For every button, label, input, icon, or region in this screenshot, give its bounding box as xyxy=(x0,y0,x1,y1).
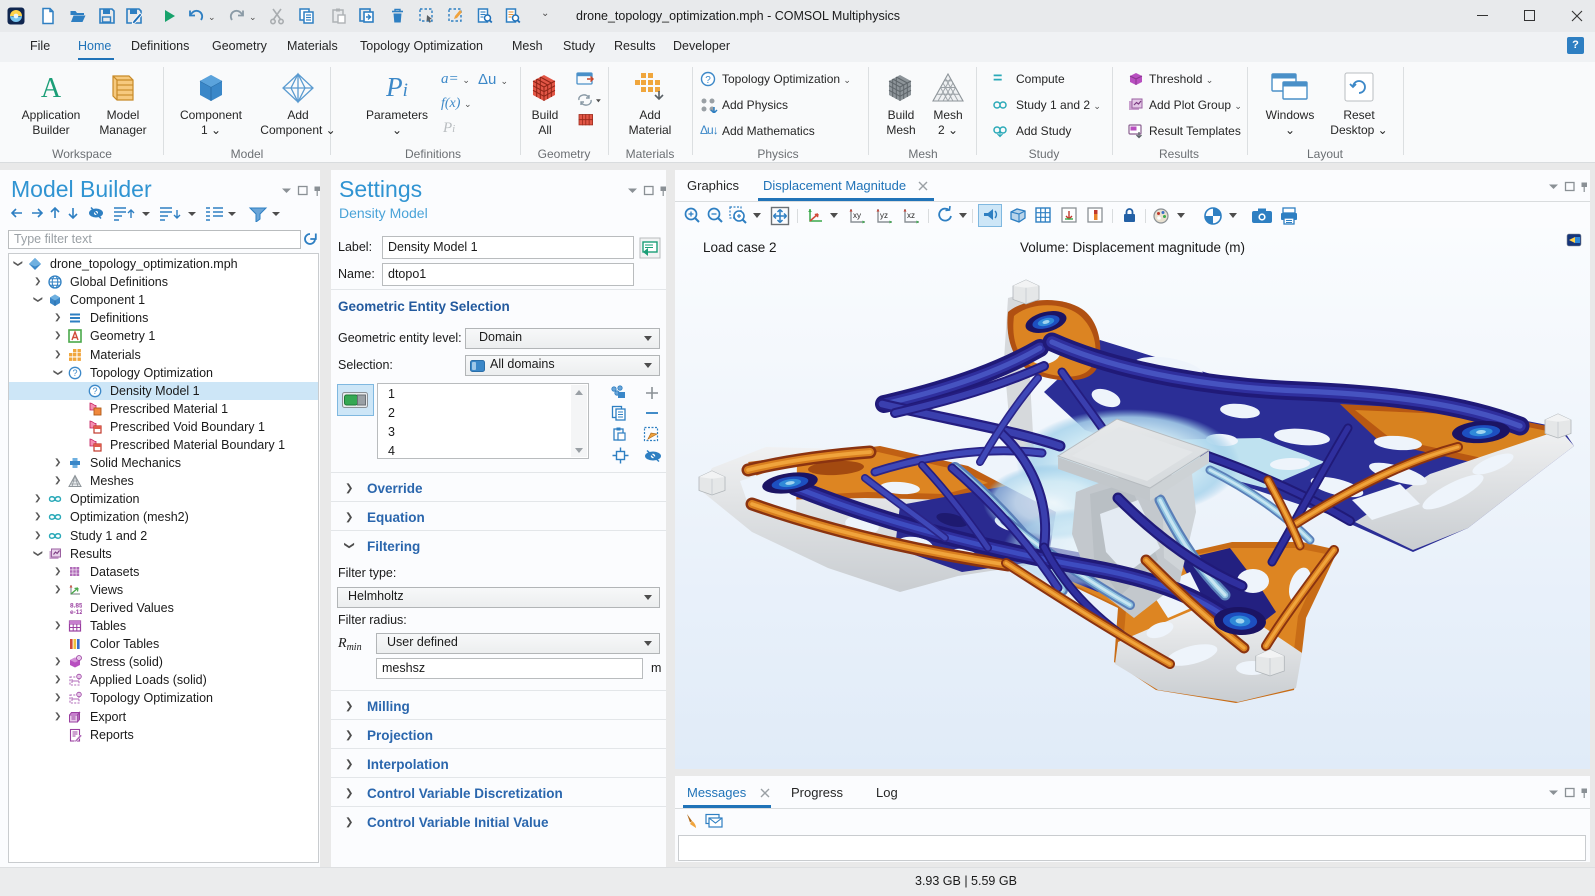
svg-text:yz: yz xyxy=(880,211,888,220)
svg-text:Pi: Pi xyxy=(385,72,408,102)
svg-text:xy: xy xyxy=(853,211,861,220)
svg-text:?: ? xyxy=(705,75,711,86)
svg-text:?: ? xyxy=(72,368,77,378)
svg-text:A: A xyxy=(41,73,62,104)
svg-text:?: ? xyxy=(92,386,97,396)
svg-text:xz: xz xyxy=(907,211,915,220)
svg-text:e-12: e-12 xyxy=(70,609,82,615)
